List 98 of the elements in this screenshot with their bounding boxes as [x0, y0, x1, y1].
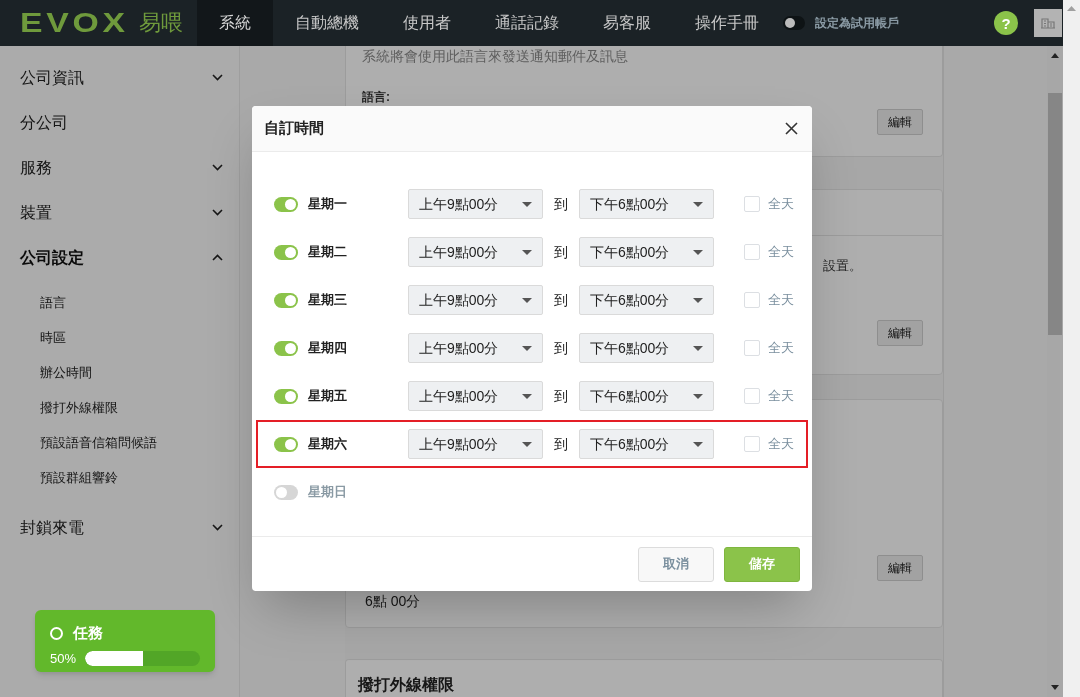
caret-icon	[522, 441, 532, 447]
day-toggle[interactable]	[274, 196, 298, 212]
start-time-select[interactable]: 上午9點00分	[408, 381, 543, 411]
field-label: 語言:	[362, 89, 391, 106]
day-toggle[interactable]	[274, 340, 298, 356]
nav-tab[interactable]: 自動總機	[273, 0, 381, 46]
close-icon	[784, 122, 798, 135]
task-percent: 50%	[50, 649, 77, 668]
all-day-checkbox[interactable]	[744, 292, 760, 308]
sidebar-subitem[interactable]: 辦公時間	[0, 355, 239, 390]
caret-icon	[693, 297, 703, 303]
edit-button[interactable]: 編輯	[877, 555, 923, 581]
start-time-select[interactable]: 上午9點00分	[408, 333, 543, 363]
all-day-label: 全天	[768, 387, 794, 406]
chevron-down-icon	[212, 524, 223, 531]
caret-icon	[522, 249, 532, 255]
range-separator: 到	[554, 194, 568, 214]
caret-icon	[522, 297, 532, 303]
sidebar-item[interactable]: 公司資訊	[0, 55, 239, 100]
edit-button[interactable]: 編輯	[877, 109, 923, 135]
all-day-checkbox[interactable]	[744, 388, 760, 404]
range-separator: 到	[554, 386, 568, 406]
chevron-down-icon	[212, 164, 223, 171]
chevron-down-icon	[212, 209, 223, 216]
nav-tab[interactable]: 系統	[197, 0, 273, 46]
day-toggle[interactable]	[274, 292, 298, 308]
sidebar-item[interactable]: 公司設定	[0, 235, 239, 280]
start-time-select[interactable]: 上午9點00分	[408, 429, 543, 459]
all-day-checkbox[interactable]	[744, 244, 760, 260]
scroll-up-icon[interactable]	[1051, 53, 1059, 58]
day-label: 星期六	[308, 435, 348, 454]
caret-icon	[522, 201, 532, 207]
all-day-checkbox[interactable]	[744, 340, 760, 356]
sidebar-item[interactable]: 裝置	[0, 190, 239, 235]
day-label: 星期三	[308, 291, 348, 310]
end-time-select[interactable]: 下午6點00分	[579, 237, 714, 267]
all-day-checkbox[interactable]	[744, 436, 760, 452]
card-title: 撥打外線權限	[358, 676, 454, 693]
end-time-select[interactable]: 下午6點00分	[579, 381, 714, 411]
day-label: 星期五	[308, 387, 348, 406]
company-button[interactable]	[1034, 9, 1062, 37]
logo-subtitle: 易喂	[139, 12, 184, 34]
caret-icon	[693, 249, 703, 255]
chevron-up-icon	[212, 254, 223, 261]
day-toggle[interactable]	[274, 244, 298, 260]
range-separator: 到	[554, 242, 568, 262]
scrollbar-thumb[interactable]	[1048, 93, 1062, 335]
all-day-label: 全天	[768, 435, 794, 454]
all-day-label: 全天	[768, 243, 794, 262]
all-day-label: 全天	[768, 339, 794, 358]
day-label: 星期一	[308, 195, 348, 214]
nav-tab[interactable]: 通話記錄	[473, 0, 581, 46]
sidebar-subitem[interactable]: 預設語音信箱問候語	[0, 425, 239, 460]
range-separator: 到	[554, 290, 568, 310]
all-day-label: 全天	[768, 291, 794, 310]
building-icon	[1041, 17, 1055, 29]
scroll-down-icon[interactable]	[1051, 685, 1059, 690]
all-day-checkbox[interactable]	[744, 196, 760, 212]
end-time-select[interactable]: 下午6點00分	[579, 333, 714, 363]
edit-button[interactable]: 編輯	[877, 320, 923, 346]
sidebar-item[interactable]: 分公司	[0, 100, 239, 145]
day-label: 星期四	[308, 339, 348, 358]
start-time-select[interactable]: 上午9點00分	[408, 237, 543, 267]
logo-wordmark: EVOX	[20, 9, 129, 37]
card-text: 6點 00分	[365, 592, 421, 611]
sidebar-subitem[interactable]: 預設群組響鈴	[0, 460, 239, 495]
card-text: 設置。	[823, 257, 862, 275]
day-label: 星期日	[308, 483, 348, 502]
sidebar-item[interactable]: 封鎖來電	[0, 505, 239, 550]
trial-toggle[interactable]	[783, 16, 805, 30]
range-separator: 到	[554, 434, 568, 454]
day-toggle[interactable]	[274, 484, 298, 500]
sidebar-item[interactable]: 服務	[0, 145, 239, 190]
day-label: 星期二	[308, 243, 348, 262]
sidebar-subitem[interactable]: 語言	[0, 285, 239, 320]
end-time-select[interactable]: 下午6點00分	[579, 429, 714, 459]
nav-tab[interactable]: 易客服	[581, 0, 673, 46]
caret-icon	[693, 441, 703, 447]
dialog-title: 自訂時間	[264, 118, 324, 139]
chevron-down-icon	[212, 74, 223, 81]
range-separator: 到	[554, 338, 568, 358]
end-time-select[interactable]: 下午6點00分	[579, 189, 714, 219]
card-description: 系統將會使用此語言來發送通知郵件及訊息	[362, 47, 629, 66]
caret-icon	[522, 345, 532, 351]
day-toggle[interactable]	[274, 388, 298, 404]
start-time-select[interactable]: 上午9點00分	[408, 189, 543, 219]
trial-toggle-label: 設定為試用帳戶	[815, 15, 899, 32]
sidebar-subitem[interactable]: 時區	[0, 320, 239, 355]
caret-icon	[693, 201, 703, 207]
all-day-label: 全天	[768, 195, 794, 214]
day-toggle[interactable]	[274, 436, 298, 452]
caret-icon	[693, 345, 703, 351]
start-time-select[interactable]: 上午9點00分	[408, 285, 543, 315]
nav-tab[interactable]: 使用者	[381, 0, 473, 46]
end-time-select[interactable]: 下午6點00分	[579, 285, 714, 315]
sidebar-subitem[interactable]: 撥打外線權限	[0, 390, 239, 425]
nav-tab[interactable]: 操作手冊	[673, 0, 781, 46]
task-title: 任務	[73, 623, 103, 643]
